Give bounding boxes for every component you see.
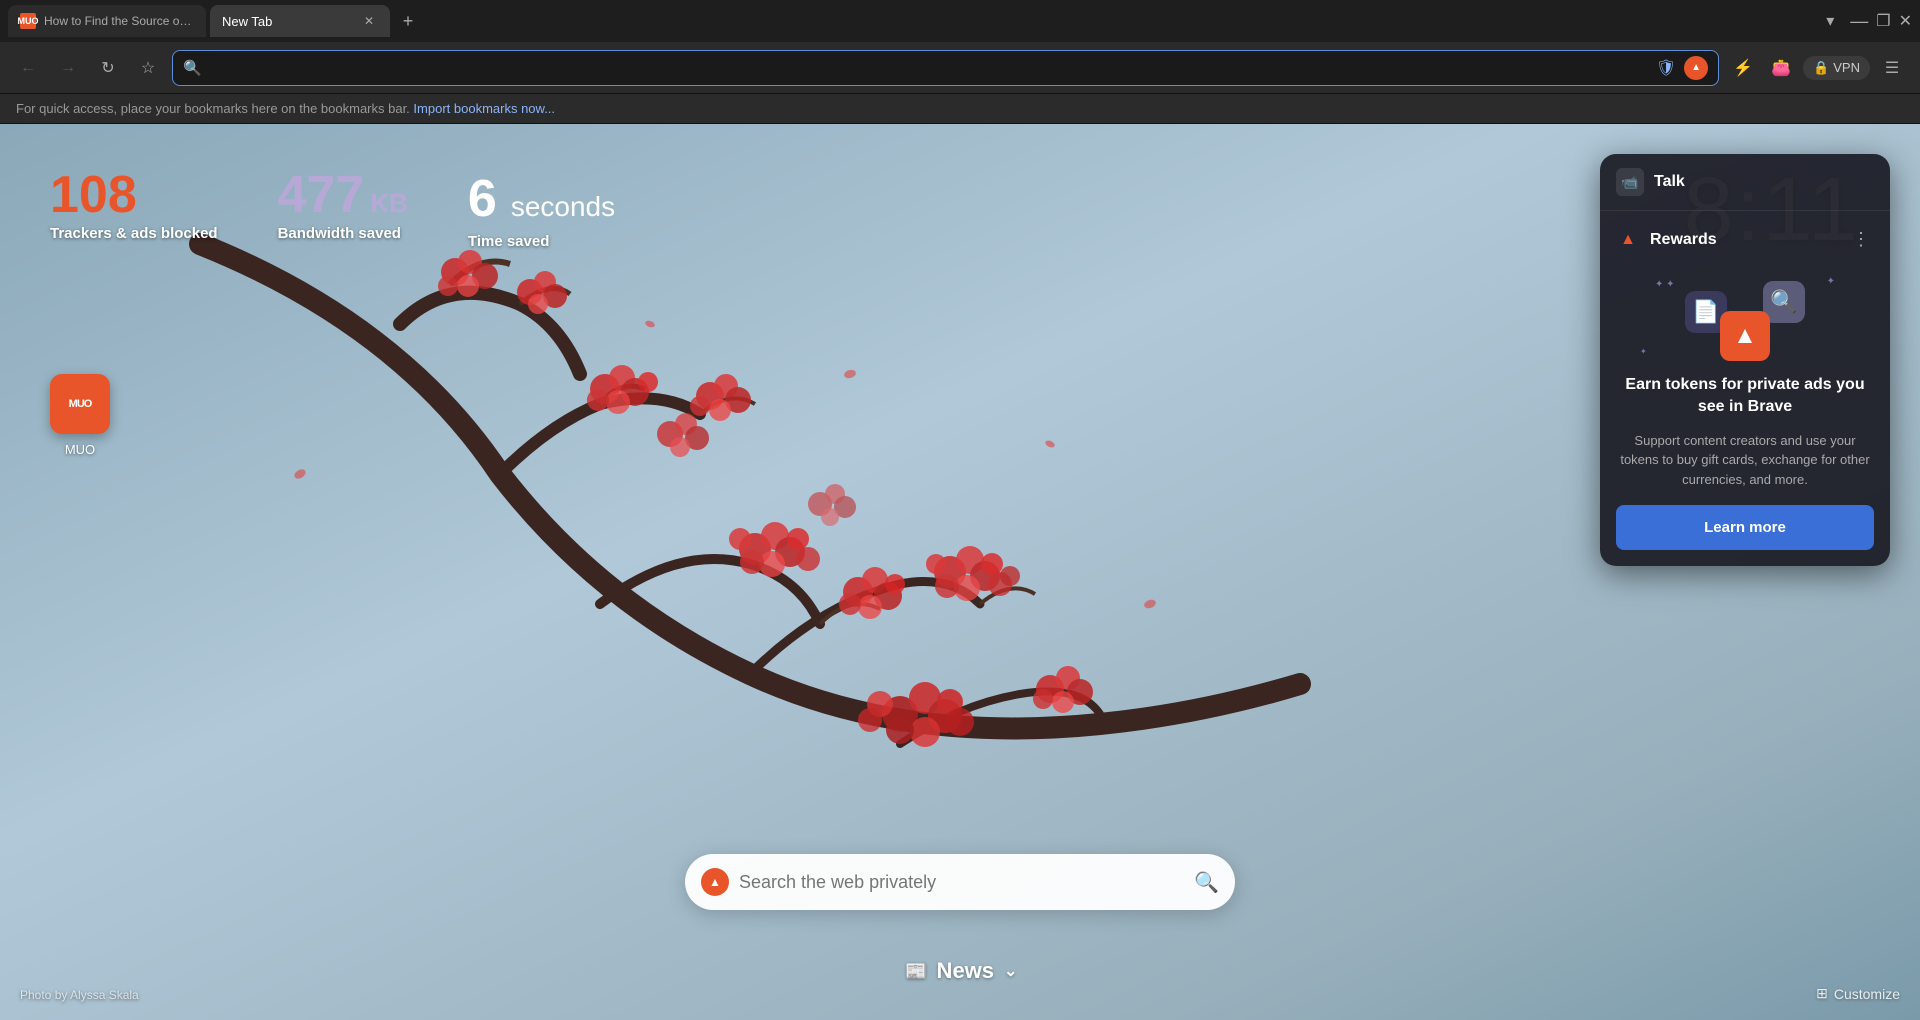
rewards-earn-text: Earn tokens for private ads you see in B… <box>1600 374 1890 427</box>
customize-button[interactable]: ⊞ Customize <box>1816 985 1900 1002</box>
tab-label-active: New Tab <box>222 14 272 29</box>
talk-label: Talk <box>1654 173 1685 191</box>
news-icon: 📰 <box>903 957 931 985</box>
browser-chrome: MUO How to Find the Source of a Video...… <box>0 0 1920 124</box>
talk-icon: 📹 <box>1616 168 1644 196</box>
rewards-panel: 📹 Talk ▲ Rewards ⋮ ✦ ✦ ✦ ✦ 📄 🔍 <box>1600 154 1890 566</box>
shortcut-muo-text: MUO <box>65 442 95 457</box>
address-bar-icons: 🛡 ▲ <box>1654 56 1708 80</box>
back-button[interactable]: ← <box>12 52 44 84</box>
rewards-more-button[interactable]: ⋮ <box>1848 225 1874 254</box>
customize-icon: ⊞ <box>1816 985 1828 1002</box>
bandwidth-stat: 477 KB Bandwidth saved <box>278 169 408 242</box>
news-bar[interactable]: 📰 News ⌄ <box>903 957 1018 985</box>
tab-favicon-inactive: MUO <box>20 13 36 29</box>
bookmarks-bar: For quick access, place your bookmarks h… <box>0 94 1920 124</box>
vpn-icon: 🔒 <box>1813 60 1829 76</box>
search-submit-icon[interactable]: 🔍 <box>1194 870 1219 895</box>
trackers-stat: 108 Trackers & ads blocked <box>50 169 218 242</box>
rewards-bat-button[interactable]: ▲ <box>1684 56 1708 80</box>
tab-bar-right: ▾ — ❐ ✕ <box>1826 11 1912 32</box>
brave-search-icon: ▲ <box>701 868 729 896</box>
tab-close-button[interactable]: ✕ <box>360 12 378 30</box>
time-stat: 6 seconds Time saved <box>468 169 615 250</box>
rewards-desc-text: Support content creators and use your to… <box>1600 427 1890 506</box>
rewards-triangle-icon: ▲ <box>1616 228 1640 252</box>
navigation-bar: ← → ↻ ☆ 🔍 🛡 ▲ ⚡ 👛 🔒 VPN ☰ <box>0 42 1920 94</box>
tab-list-icon[interactable]: ▾ <box>1826 11 1834 31</box>
deco-dots-bottom: ✦ <box>1640 347 1647 356</box>
shortcut-muo-label: MUO <box>69 398 92 410</box>
nav-right-buttons: ⚡ 👛 🔒 VPN ☰ <box>1727 52 1908 84</box>
bookmarks-message: For quick access, place your bookmarks h… <box>16 101 410 116</box>
window-close-button[interactable]: ✕ <box>1899 11 1912 31</box>
new-tab-page: 108 Trackers & ads blocked 477 KB Bandwi… <box>0 124 1920 1020</box>
rewards-sub-header: ▲ Rewards ⋮ <box>1600 211 1890 264</box>
bandwidth-label: Bandwidth saved <box>278 225 408 242</box>
forward-icon: → <box>60 59 76 77</box>
learn-more-button[interactable]: Learn more <box>1616 505 1874 550</box>
forward-button[interactable]: → <box>52 52 84 84</box>
trackers-label: Trackers & ads blocked <box>50 225 218 242</box>
deco-dots-left: ✦ ✦ <box>1655 279 1675 290</box>
brave-shield-button[interactable]: 🛡 <box>1654 56 1678 80</box>
search-bar[interactable]: ▲ 🔍 <box>685 854 1235 910</box>
shortcut-muo-icon: MUO <box>50 374 110 434</box>
search-icon: 🔍 <box>183 59 202 77</box>
address-input[interactable] <box>208 60 1648 76</box>
rewards-label: Rewards <box>1650 231 1838 249</box>
bandwidth-number-row: 477 KB <box>278 169 408 221</box>
import-bookmarks-link[interactable]: Import bookmarks now... <box>413 101 555 116</box>
maximize-button[interactable]: ❐ <box>1876 11 1890 31</box>
minimize-button[interactable]: — <box>1850 11 1868 32</box>
news-label: News <box>937 958 994 984</box>
search-bar-container: ▲ 🔍 <box>685 854 1235 910</box>
address-bar[interactable]: 🔍 🛡 ▲ <box>172 50 1719 86</box>
rewards-illustration: ✦ ✦ ✦ ✦ 📄 🔍 ▲ <box>1600 264 1890 374</box>
rewards-illustration-icons: 📄 🔍 ▲ <box>1685 281 1805 361</box>
trackers-count: 108 <box>50 169 218 221</box>
bandwidth-number: 477 <box>278 169 365 221</box>
time-number-row: 6 seconds <box>468 169 615 229</box>
reload-icon: ↻ <box>101 58 114 78</box>
time-label: Time saved <box>468 233 615 250</box>
vpn-label: VPN <box>1833 60 1860 75</box>
bookmark-icon: ☆ <box>141 58 155 78</box>
deco-dots-right: ✦ <box>1827 276 1835 287</box>
back-icon: ← <box>20 59 36 77</box>
illus-brave-icon: ▲ <box>1720 311 1770 361</box>
new-tab-button[interactable]: + <box>394 7 422 35</box>
news-chevron-icon: ⌄ <box>1004 961 1017 981</box>
bandwidth-unit: KB <box>370 188 408 219</box>
time-unit: seconds <box>511 191 615 223</box>
tab-inactive[interactable]: MUO How to Find the Source of a Video... <box>8 5 206 37</box>
extensions-button[interactable]: ⚡ <box>1727 52 1759 84</box>
menu-button[interactable]: ☰ <box>1876 52 1908 84</box>
shortcut-muo[interactable]: MUO MUO <box>50 374 110 457</box>
bookmark-button[interactable]: ☆ <box>132 52 164 84</box>
wallet-button[interactable]: 👛 <box>1765 52 1797 84</box>
tab-active[interactable]: New Tab ✕ <box>210 5 390 37</box>
time-number: 6 <box>468 169 497 229</box>
photo-credit: Photo by Alyssa Skala <box>20 988 139 1002</box>
vpn-button[interactable]: 🔒 VPN <box>1803 56 1870 80</box>
reload-button[interactable]: ↻ <box>92 52 124 84</box>
talk-section[interactable]: 📹 Talk <box>1600 154 1890 211</box>
tab-label-inactive: How to Find the Source of a Video... <box>44 14 194 28</box>
stats-section: 108 Trackers & ads blocked 477 KB Bandwi… <box>50 169 615 250</box>
tab-bar: MUO How to Find the Source of a Video...… <box>0 0 1920 42</box>
search-input[interactable] <box>739 872 1184 893</box>
customize-label: Customize <box>1834 986 1900 1002</box>
